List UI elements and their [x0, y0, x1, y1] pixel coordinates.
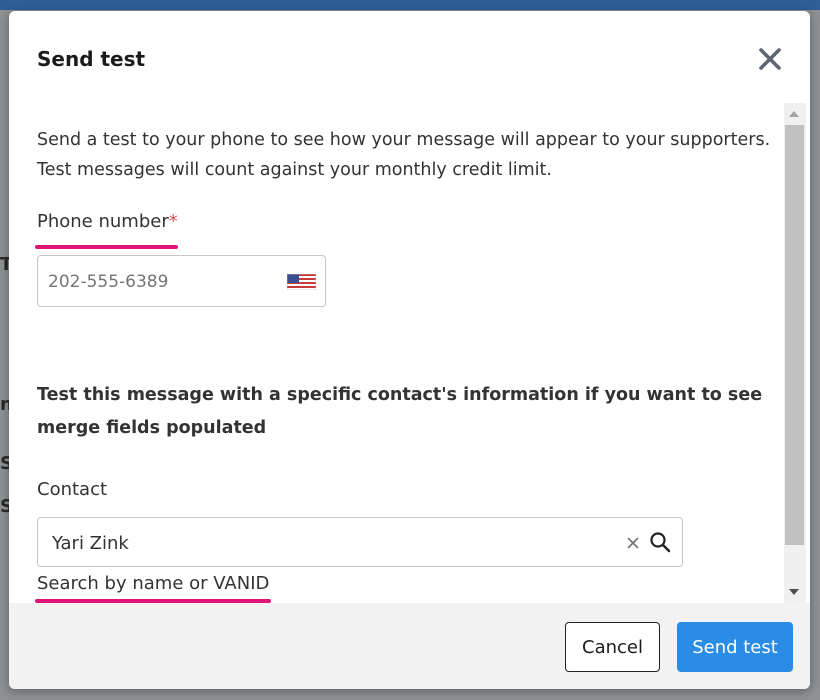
dialog-footer: Cancel Send test: [9, 603, 810, 689]
dialog-title: Send test: [37, 47, 146, 71]
background-topbar: [0, 0, 820, 10]
phone-number-label-text: Phone number: [37, 211, 169, 232]
contact-search-input[interactable]: [52, 530, 592, 556]
phone-number-label: Phone number*: [37, 211, 178, 232]
merge-fields-instructions: Test this message with a specific contac…: [37, 385, 763, 438]
dialog-body: Send a test to your phone to see how you…: [9, 103, 792, 603]
scroll-thumb[interactable]: [785, 125, 804, 545]
intro-text: Send a test to your phone to see how you…: [37, 130, 771, 180]
contact-search-field: [37, 517, 683, 567]
send-test-dialog: Send test Send a test to your phone to s…: [9, 11, 810, 689]
scroll-down-arrow-icon[interactable]: [789, 589, 799, 595]
contact-helper-text: Search by name or VANID: [37, 573, 270, 594]
close-button[interactable]: [755, 45, 785, 75]
required-indicator: *: [168, 211, 178, 232]
us-flag-icon: [286, 273, 317, 294]
phone-number-field: [37, 255, 326, 307]
clear-contact-button[interactable]: [624, 534, 642, 552]
contact-label: Contact: [37, 479, 108, 500]
close-icon: [759, 48, 781, 70]
scroll-up-arrow-icon[interactable]: [789, 111, 799, 117]
highlight-underline: [35, 245, 178, 249]
search-icon: [650, 532, 671, 553]
cancel-button[interactable]: Cancel: [565, 622, 660, 672]
contact-search-button[interactable]: [648, 530, 672, 554]
send-test-button[interactable]: Send test: [677, 622, 793, 672]
clear-icon: [627, 537, 639, 549]
phone-number-input[interactable]: [48, 269, 268, 295]
dialog-scrollbar[interactable]: [784, 103, 806, 603]
